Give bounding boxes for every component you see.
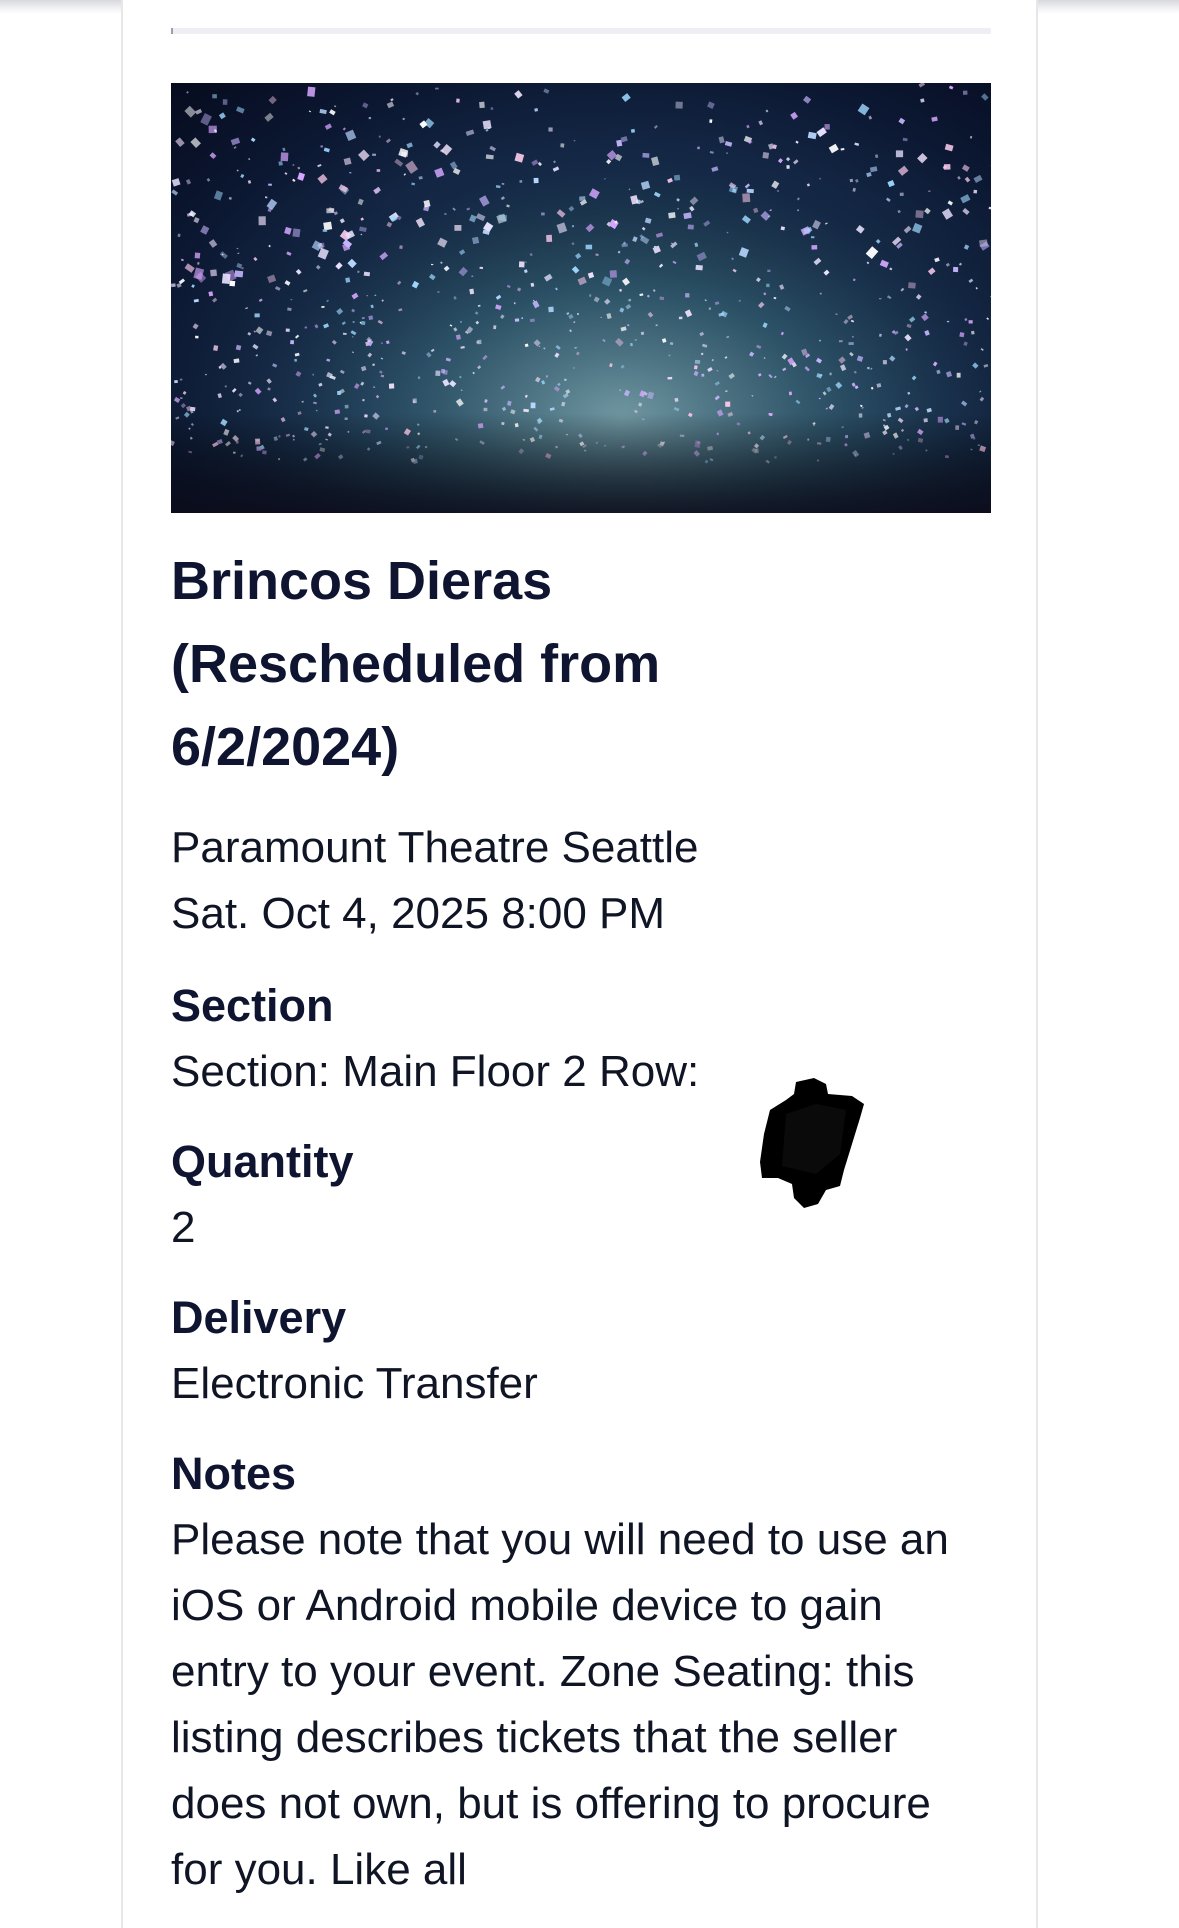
quantity-value: 2 (171, 1203, 196, 1252)
section-label: Section (171, 980, 334, 1031)
redaction-scribble (760, 1078, 864, 1208)
confetti-concert-photo (171, 83, 991, 513)
notes-label: Notes (171, 1448, 297, 1499)
event-details: Brincos Dieras (Rescheduled from 6/2/202… (171, 540, 991, 1903)
event-datetime: Sat. Oct 4, 2025 8:00 PM (171, 889, 666, 938)
delivery-label: Delivery (171, 1292, 347, 1343)
quantity-label: Quantity (171, 1136, 354, 1187)
event-title: Brincos Dieras (Rescheduled from 6/2/202… (171, 551, 661, 777)
notes-value: Please note that you will need to use an… (171, 1515, 949, 1894)
event-hero-image (171, 83, 991, 513)
divider-marker (171, 28, 173, 34)
event-venue: Paramount Theatre Seattle (171, 823, 699, 872)
header-divider (171, 28, 991, 34)
delivery-value: Electronic Transfer (171, 1359, 538, 1408)
section-value: Section: Main Floor 2 Row: (171, 1047, 700, 1096)
